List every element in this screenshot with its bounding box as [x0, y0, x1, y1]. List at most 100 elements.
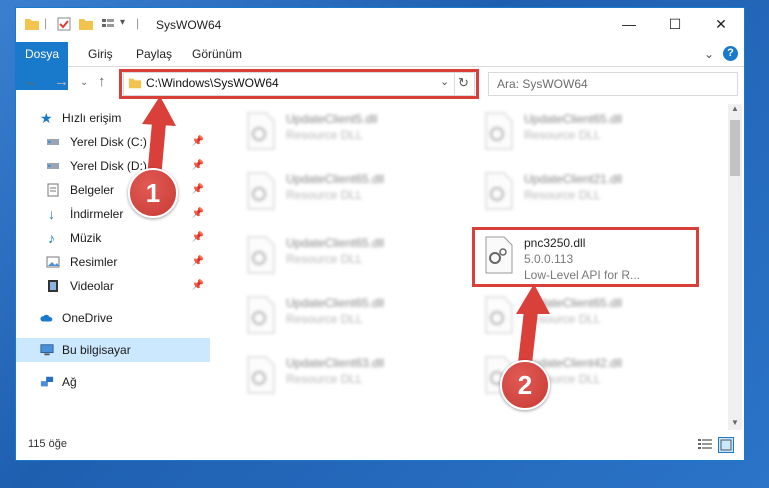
sidebar-item-videos[interactable]: Videolar 📌	[16, 274, 210, 298]
sidebar-item-pictures[interactable]: Resimler 📌	[16, 250, 210, 274]
pictures-icon	[46, 256, 60, 268]
back-icon[interactable]: ←	[24, 73, 39, 90]
list-item[interactable]: UpdateClient65.dll Resource DLL	[236, 232, 456, 280]
new-folder-icon[interactable]	[78, 16, 94, 32]
sidebar-item-label: Videolar	[70, 279, 114, 293]
sidebar-item-local-disk-c[interactable]: Yerel Disk (C:) 📌	[16, 130, 210, 154]
status-bar: 115 öğe	[16, 432, 744, 456]
minimize-button[interactable]: —	[606, 8, 652, 42]
pin-icon: 📌	[191, 136, 204, 147]
sidebar-item-documents[interactable]: Belgeler 📌	[16, 178, 210, 202]
list-item[interactable]: UpdateClient65.dll Resource DLL	[474, 292, 694, 340]
callout-badge-1: 1	[128, 168, 178, 218]
tab-share[interactable]: Paylaş	[136, 42, 172, 66]
file-name: UpdateClient21.dll	[524, 172, 623, 186]
ribbon-tabs: Dosya Giriş Paylaş Görünüm ⌄ ?	[16, 42, 744, 90]
sidebar-item-downloads[interactable]: ↓ İndirmeler 📌	[16, 202, 210, 226]
file-name: UpdateClient5.dll	[286, 112, 378, 126]
file-description: Resource DLL	[286, 372, 363, 386]
details-view-icon[interactable]	[698, 438, 712, 450]
sidebar-item-label: Yerel Disk (C:)	[70, 135, 147, 149]
sidebar-item-label: Hızlı erişim	[62, 111, 122, 125]
list-item[interactable]: UpdateClient65.dll Resource DLL	[236, 168, 456, 216]
pin-icon: 📌	[191, 280, 204, 291]
sidebar-item-label: Ağ	[62, 375, 77, 389]
ribbon-expand-icon[interactable]: ⌄	[704, 42, 714, 66]
dll-file-icon	[247, 356, 275, 394]
search-box[interactable]: Ara: SysWOW64	[488, 72, 738, 96]
properties-icon[interactable]	[56, 16, 72, 32]
dll-file-icon	[247, 172, 275, 210]
window-title: SysWOW64	[156, 18, 222, 32]
pin-icon: 📌	[191, 208, 204, 219]
file-name: UpdateClient65.dll	[286, 172, 385, 186]
vertical-scrollbar[interactable]: ▲ ▼	[728, 104, 742, 430]
scroll-up-icon[interactable]: ▲	[731, 104, 739, 113]
computer-icon	[40, 344, 54, 356]
file-name: UpdateClient65.dll	[524, 296, 623, 310]
forward-icon[interactable]: →	[54, 73, 69, 90]
maximize-button[interactable]: ☐	[652, 8, 698, 42]
file-name: UpdateClient65.dll	[286, 296, 385, 310]
item-count: 115 öğe	[28, 438, 67, 450]
dll-file-icon	[247, 236, 275, 274]
file-name: UpdateClient65.dll	[524, 112, 623, 126]
file-description: Resource DLL	[524, 128, 601, 142]
sidebar-item-network[interactable]: Ağ	[16, 370, 210, 394]
sidebar-item-label: Müzik	[70, 231, 102, 245]
tab-view[interactable]: Görünüm	[192, 42, 242, 66]
sidebar-item-label: Bu bilgisayar	[62, 343, 131, 357]
title-bar: | ▾ | SysWOW64 — ☐ ✕	[16, 8, 744, 42]
dll-file-icon	[247, 112, 275, 150]
dll-file-icon	[485, 296, 513, 334]
tab-home[interactable]: Giriş	[88, 42, 113, 66]
up-icon[interactable]: ↑	[98, 73, 106, 90]
large-icons-view-icon[interactable]	[718, 437, 734, 453]
sidebar-item-this-pc[interactable]: Bu bilgisayar	[16, 338, 210, 362]
cloud-icon	[40, 314, 53, 322]
customize-toolbar-icon[interactable]: ▾	[120, 17, 125, 28]
file-description: Resource DLL	[286, 188, 363, 202]
sidebar-item-onedrive[interactable]: OneDrive	[16, 306, 210, 330]
file-description: Resource DLL	[524, 312, 601, 326]
list-item[interactable]: UpdateClient65.dll Resource DLL	[236, 292, 456, 340]
scrollbar-thumb[interactable]	[730, 120, 740, 176]
sidebar-item-local-disk-d[interactable]: Yerel Disk (D:) 📌	[16, 154, 210, 178]
close-button[interactable]: ✕	[698, 8, 744, 42]
file-name: UpdateClient63.dll	[286, 356, 385, 370]
folder-icon	[25, 19, 39, 30]
view-options-icon[interactable]	[100, 16, 116, 32]
file-description: Resource DLL	[286, 128, 363, 142]
dll-file-icon	[247, 296, 275, 334]
pin-icon: 📌	[191, 232, 204, 243]
sidebar-item-label: İndirmeler	[70, 207, 124, 221]
scroll-down-icon[interactable]: ▼	[731, 418, 739, 427]
file-description: Resource DLL	[286, 252, 363, 266]
callout-badge-2: 2	[500, 360, 550, 410]
pin-icon: 📌	[191, 160, 204, 171]
search-placeholder: Ara: SysWOW64	[497, 77, 588, 91]
star-icon: ★	[40, 110, 53, 126]
pin-icon: 📌	[191, 256, 204, 267]
dll-file-icon	[485, 172, 513, 210]
file-name: UpdateClient65.dll	[286, 236, 385, 250]
dll-file-icon	[485, 112, 513, 150]
separator: |	[44, 16, 48, 30]
file-description: Resource DLL	[524, 188, 601, 202]
drive-icon	[47, 139, 59, 145]
explorer-window: | ▾ | SysWOW64 — ☐ ✕ Dosya Giriş Paylaş …	[16, 8, 744, 460]
music-icon: ♪	[48, 230, 55, 246]
sidebar-item-quick-access[interactable]: ★ Hızlı erişim	[16, 106, 210, 130]
list-item[interactable]: UpdateClient63.dll Resource DLL	[236, 352, 456, 400]
list-item[interactable]: UpdateClient5.dll Resource DLL	[236, 108, 456, 156]
sidebar-item-music[interactable]: ♪ Müzik 📌	[16, 226, 210, 250]
file-description: Resource DLL	[286, 312, 363, 326]
list-item[interactable]: UpdateClient21.dll Resource DLL	[474, 168, 694, 216]
sidebar-item-label: Resimler	[70, 255, 118, 269]
help-icon[interactable]: ?	[723, 46, 738, 61]
pin-icon: 📌	[191, 184, 204, 195]
recent-locations-icon[interactable]: ⌄	[80, 77, 88, 88]
download-icon: ↓	[48, 206, 55, 222]
list-item[interactable]: UpdateClient65.dll Resource DLL	[474, 108, 694, 156]
videos-icon	[48, 280, 58, 292]
